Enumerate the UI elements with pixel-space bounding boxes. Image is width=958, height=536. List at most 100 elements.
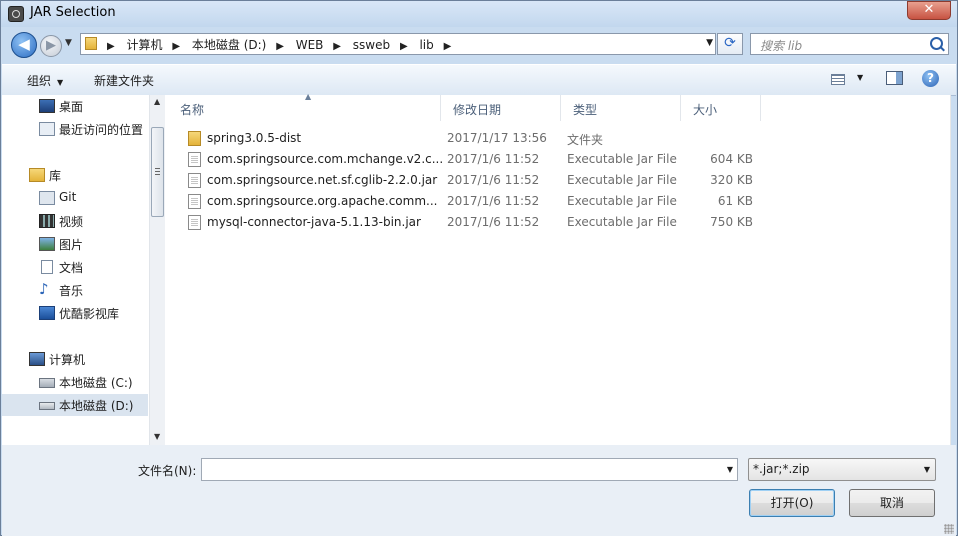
column-header-size[interactable]: 大小	[681, 95, 761, 121]
column-header-label: 名称	[180, 103, 205, 117]
dialog-footer: 文件名(N): ▼ *.jar;*.zip ▼ 打开(O) 取消	[2, 445, 956, 536]
sidebar-item-label: 本地磁盘 (D:)	[59, 399, 134, 413]
column-header-name[interactable]: 名称 ▲	[168, 92, 441, 121]
close-button[interactable]: ✕	[907, 1, 951, 20]
breadcrumb-separator-icon[interactable]: ▶	[276, 41, 284, 52]
cancel-button[interactable]: 取消	[849, 489, 935, 517]
filename-dropdown-icon[interactable]: ▼	[727, 465, 733, 474]
forward-button[interactable]: ▶	[40, 35, 62, 57]
jar-file-icon	[188, 173, 201, 188]
file-type: 文件夹	[567, 133, 604, 147]
address-bar[interactable]: ▶ 计算机 ▶ 本地磁盘 (D:) ▶ WEB ▶ ssweb ▶ lib ▶ …	[80, 33, 716, 55]
file-name: com.springsource.org.apache.comm...	[207, 194, 438, 208]
window-title: JAR Selection	[30, 5, 116, 20]
help-icon[interactable]: ?	[922, 70, 939, 87]
table-row[interactable]: com.springsource.net.sf.cglib-2.2.0.jar …	[180, 170, 780, 191]
file-type: Executable Jar File	[567, 215, 677, 229]
breadcrumb-item-drive-d[interactable]: 本地磁盘 (D:)	[192, 38, 266, 52]
sidebar-item-recent-places[interactable]: 最近访问的位置	[2, 118, 148, 140]
sidebar-item-label: 优酷影视库	[59, 307, 120, 321]
file-type-filter-select[interactable]: *.jar;*.zip ▼	[748, 458, 936, 481]
recent-locations-dropdown-icon[interactable]: ▼	[65, 38, 72, 48]
breadcrumb-item-web[interactable]: WEB	[296, 38, 324, 52]
grip-icon	[155, 168, 160, 175]
jar-selection-dialog: JAR Selection ✕ ◀ ▶ ▼ ▶ 计算机 ▶ 本地磁盘 (D:) …	[0, 0, 958, 536]
file-date: 2017/1/6 11:52	[447, 173, 540, 187]
new-folder-button[interactable]: 新建文件夹	[94, 72, 154, 89]
scrollbar-thumb[interactable]	[151, 127, 164, 217]
title-bar[interactable]: JAR Selection ✕	[1, 1, 957, 27]
organize-label: 组织	[27, 74, 52, 88]
sidebar-item-label: 本地磁盘 (C:)	[59, 376, 133, 390]
breadcrumb-item-computer[interactable]: 计算机	[127, 38, 163, 52]
breadcrumb-separator-icon[interactable]: ▶	[172, 41, 180, 52]
sidebar-item-documents[interactable]: 文档	[2, 256, 148, 278]
sidebar-item-drive-d[interactable]: 本地磁盘 (D:)	[2, 394, 148, 416]
refresh-button[interactable]: ⟳	[717, 33, 743, 55]
breadcrumb: ▶ 计算机 ▶ 本地磁盘 (D:) ▶ WEB ▶ ssweb ▶ lib ▶	[105, 36, 459, 53]
sidebar-item-label: 音乐	[59, 284, 84, 298]
column-header-date[interactable]: 修改日期	[441, 95, 561, 121]
breadcrumb-item-lib[interactable]: lib	[419, 38, 433, 52]
sidebar-item-drive-c[interactable]: 本地磁盘 (C:)	[2, 371, 148, 393]
search-input[interactable]: 搜索 lib	[750, 33, 949, 55]
file-name: mysql-connector-java-5.1.13-bin.jar	[207, 215, 421, 229]
refresh-icon: ⟳	[724, 35, 736, 51]
sidebar-item-label: 库	[49, 169, 62, 183]
jar-file-icon	[188, 215, 201, 230]
column-header-type[interactable]: 类型	[561, 95, 681, 121]
drive-c-icon	[39, 378, 55, 388]
filename-input[interactable]: ▼	[201, 458, 738, 481]
computer-icon	[29, 352, 45, 366]
organize-button[interactable]: 组织 ▼	[27, 72, 63, 89]
scroll-down-icon[interactable]: ▼	[154, 432, 160, 441]
file-name: spring3.0.5-dist	[207, 131, 302, 145]
file-date: 2017/1/6 11:52	[447, 194, 540, 208]
breadcrumb-item-ssweb[interactable]: ssweb	[353, 38, 390, 52]
breadcrumb-separator-icon[interactable]: ▶	[333, 41, 341, 52]
resize-grip-icon[interactable]	[944, 524, 954, 534]
breadcrumb-separator-icon[interactable]: ▶	[107, 41, 115, 52]
sidebar-item-desktop[interactable]: 桌面	[2, 95, 148, 117]
library-icon	[29, 168, 45, 182]
address-dropdown-icon[interactable]: ▼	[706, 38, 713, 48]
sidebar-item-music[interactable]: ♪ 音乐	[2, 279, 148, 301]
music-icon: ♪	[39, 280, 49, 298]
sidebar-item-git[interactable]: Git	[2, 187, 148, 209]
view-options-dropdown-icon[interactable]: ▼	[857, 73, 863, 82]
sidebar-item-libraries[interactable]: 库	[2, 164, 148, 186]
scroll-up-icon[interactable]: ▲	[154, 97, 160, 106]
column-header-label: 大小	[693, 103, 718, 117]
folder-icon	[85, 37, 97, 50]
open-button[interactable]: 打开(O)	[749, 489, 835, 517]
drive-d-icon	[39, 402, 55, 410]
breadcrumb-separator-icon[interactable]: ▶	[400, 41, 408, 52]
sidebar-item-youku[interactable]: 优酷影视库	[2, 302, 148, 324]
breadcrumb-separator-icon[interactable]: ▶	[444, 41, 452, 52]
sidebar-item-pictures[interactable]: 图片	[2, 233, 148, 255]
file-size: 320 KB	[710, 173, 753, 187]
file-date: 2017/1/17 13:56	[447, 131, 547, 145]
table-row[interactable]: spring3.0.5-dist 2017/1/17 13:56 文件夹	[180, 128, 780, 149]
change-view-icon[interactable]	[831, 74, 845, 85]
file-name: com.springsource.net.sf.cglib-2.2.0.jar	[207, 173, 438, 187]
sidebar-item-video[interactable]: 视频	[2, 210, 148, 232]
filter-value: *.jar;*.zip	[753, 462, 810, 476]
app-icon	[8, 6, 24, 22]
table-row[interactable]: mysql-connector-java-5.1.13-bin.jar 2017…	[180, 212, 780, 233]
file-date: 2017/1/6 11:52	[447, 152, 540, 166]
pictures-icon	[39, 237, 55, 251]
sidebar-scrollbar[interactable]: ▲ ▼	[149, 95, 165, 445]
back-button[interactable]: ◀	[11, 32, 37, 58]
table-row[interactable]: com.springsource.org.apache.comm... 2017…	[180, 191, 780, 212]
file-size: 750 KB	[710, 215, 753, 229]
table-row[interactable]: com.springsource.com.mchange.v2.c... 201…	[180, 149, 780, 170]
file-date: 2017/1/6 11:52	[447, 215, 540, 229]
sidebar-item-label: 桌面	[59, 100, 84, 114]
search-icon[interactable]	[930, 37, 943, 50]
sidebar-item-computer[interactable]: 计算机	[2, 348, 148, 370]
search-placeholder: 搜索 lib	[760, 39, 803, 53]
preview-pane-icon[interactable]	[886, 71, 903, 85]
git-library-icon	[39, 191, 55, 205]
file-list: 名称 ▲ 修改日期 类型 大小 spring3.0.5-dist 2017/1/…	[168, 92, 951, 445]
